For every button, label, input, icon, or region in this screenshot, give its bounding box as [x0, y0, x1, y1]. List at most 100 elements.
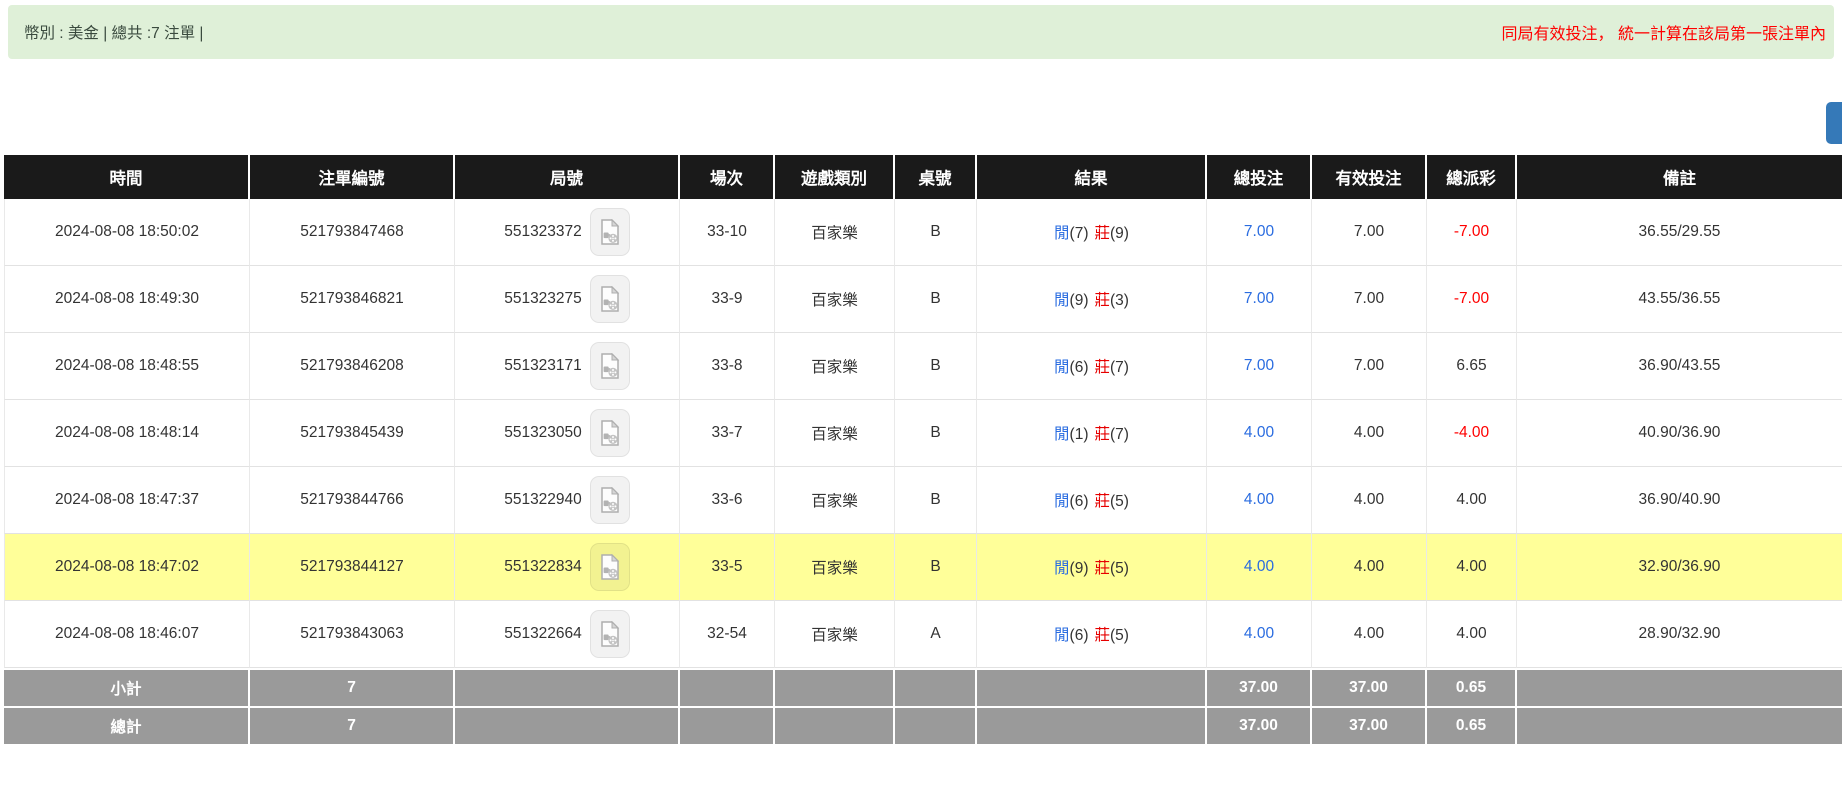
summary-total-bet: 37.00 [1239, 679, 1278, 696]
valid-bet-amount: 4.00 [1354, 491, 1384, 508]
table-number-cell: B [895, 333, 977, 400]
round-cell: 551322834 [455, 534, 680, 601]
total-bet-link[interactable]: 4.00 [1244, 491, 1274, 508]
round-cell: 551323050 [455, 400, 680, 467]
total-bet-link[interactable]: 4.00 [1244, 558, 1274, 575]
remark-balance: 36.90/43.55 [1639, 357, 1721, 374]
column-header-7: 結果 [977, 155, 1207, 199]
video-replay-button[interactable] [590, 476, 630, 524]
payout-amount: 4.00 [1456, 625, 1486, 642]
round-id: 551323275 [504, 290, 582, 308]
bet-time: 2024-08-08 18:48:55 [55, 357, 199, 374]
round-cell: 551323372 [455, 199, 680, 266]
export-button[interactable] [1826, 102, 1842, 144]
column-header-6: 桌號 [895, 155, 977, 199]
video-replay-button[interactable] [590, 208, 630, 256]
total-bet-link[interactable]: 7.00 [1244, 357, 1274, 374]
banker-result-label: 莊 [1095, 225, 1111, 242]
video-replay-button[interactable] [590, 275, 630, 323]
session-cell: 33-8 [680, 333, 775, 400]
bet-id-cell: 521793847468 [250, 199, 455, 266]
time-cell: 2024-08-08 18:47:37 [4, 467, 250, 534]
round-id: 551322834 [504, 558, 582, 576]
time-cell: 2024-08-08 18:46:07 [4, 601, 250, 668]
table-number-cell: A [895, 601, 977, 668]
info-bar: 幣別 : 美金 | 總共 :7 注單 | 同局有效投注， 統一計算在該局第一張注… [8, 5, 1834, 59]
video-replay-button[interactable] [590, 342, 630, 390]
valid-bet-amount: 7.00 [1354, 290, 1384, 307]
bet-id-cell: 521793844766 [250, 467, 455, 534]
valid-bet-cell: 7.00 [1312, 266, 1427, 333]
summary-valid-bet: 37.00 [1349, 717, 1388, 734]
header-row: 時間注單編號局號場次遊戲類別桌號結果總投注有效投注總派彩備註 [4, 155, 1842, 199]
round-id: 551323050 [504, 424, 582, 442]
total-bet-link[interactable]: 7.00 [1244, 290, 1274, 307]
game-type-cell: 百家樂 [775, 534, 895, 601]
bet-time: 2024-08-08 18:47:37 [55, 491, 199, 508]
video-file-icon [600, 487, 620, 513]
column-header-8: 總投注 [1207, 155, 1312, 199]
table-number: B [930, 223, 940, 240]
video-replay-button[interactable] [590, 610, 630, 658]
valid-bet-cell: 4.00 [1312, 400, 1427, 467]
game-type-cell: 百家樂 [775, 467, 895, 534]
bet-id: 521793845439 [300, 424, 403, 441]
round-cell: 551322664 [455, 601, 680, 668]
payout-amount: -4.00 [1454, 424, 1489, 441]
valid-bet-cell: 4.00 [1312, 467, 1427, 534]
total-bet-cell: 7.00 [1207, 266, 1312, 333]
valid-bet-cell: 7.00 [1312, 199, 1427, 266]
result-cell: 閒(6)莊(5) [977, 467, 1207, 534]
summary-total-bet: 37.00 [1239, 717, 1278, 734]
payout-cell: 4.00 [1427, 601, 1517, 668]
payout-cell: 6.65 [1427, 333, 1517, 400]
table-row: 2024-08-08 18:49:30 521793846821 5513232… [4, 266, 1842, 333]
session-cell: 33-6 [680, 467, 775, 534]
summary-empty-cell [455, 706, 680, 744]
table-number: B [930, 290, 940, 307]
banker-score: (5) [1110, 493, 1129, 510]
table-number: B [930, 424, 940, 441]
player-score: (6) [1070, 627, 1089, 644]
time-cell: 2024-08-08 18:49:30 [4, 266, 250, 333]
summary-row: 小計 7 37.00 37.00 0.65 [4, 668, 1842, 706]
summary-label-cell: 總計 [4, 706, 250, 744]
game-type: 百家樂 [811, 225, 858, 242]
player-result-label: 閒 [1054, 560, 1070, 577]
session-number: 33-5 [711, 558, 742, 575]
banker-score: (5) [1110, 627, 1129, 644]
total-bet-link[interactable]: 4.00 [1244, 424, 1274, 441]
session-number: 33-6 [711, 491, 742, 508]
round-cell: 551322940 [455, 467, 680, 534]
valid-bet-amount: 7.00 [1354, 357, 1384, 374]
summary-empty-cell [895, 706, 977, 744]
total-bet-cell: 7.00 [1207, 199, 1312, 266]
bet-id: 521793844127 [300, 558, 403, 575]
summary-empty-cell [1517, 668, 1842, 706]
valid-bet-amount: 4.00 [1354, 625, 1384, 642]
summary-payout-cell: 0.65 [1427, 668, 1517, 706]
bet-id: 521793846208 [300, 357, 403, 374]
banker-score: (9) [1110, 225, 1129, 242]
total-bet-link[interactable]: 4.00 [1244, 625, 1274, 642]
table-number: B [930, 357, 940, 374]
remark-balance: 32.90/36.90 [1639, 558, 1721, 575]
banker-result-label: 莊 [1095, 560, 1111, 577]
payout-cell: -7.00 [1427, 199, 1517, 266]
video-replay-button[interactable] [590, 409, 630, 457]
table-number-cell: B [895, 266, 977, 333]
summary-label-cell: 小計 [4, 668, 250, 706]
bet-time: 2024-08-08 18:48:14 [55, 424, 199, 441]
game-type: 百家樂 [811, 292, 858, 309]
video-replay-button[interactable] [590, 543, 630, 591]
session-cell: 33-7 [680, 400, 775, 467]
summary-label: 小計 [110, 681, 141, 698]
summary-count: 7 [347, 679, 356, 696]
session-number: 33-7 [711, 424, 742, 441]
payout-amount: 6.65 [1456, 357, 1486, 374]
total-bet-cell: 4.00 [1207, 400, 1312, 467]
game-type-cell: 百家樂 [775, 199, 895, 266]
total-bet-link[interactable]: 7.00 [1244, 223, 1274, 240]
video-file-icon [600, 353, 620, 379]
player-score: (7) [1070, 225, 1089, 242]
